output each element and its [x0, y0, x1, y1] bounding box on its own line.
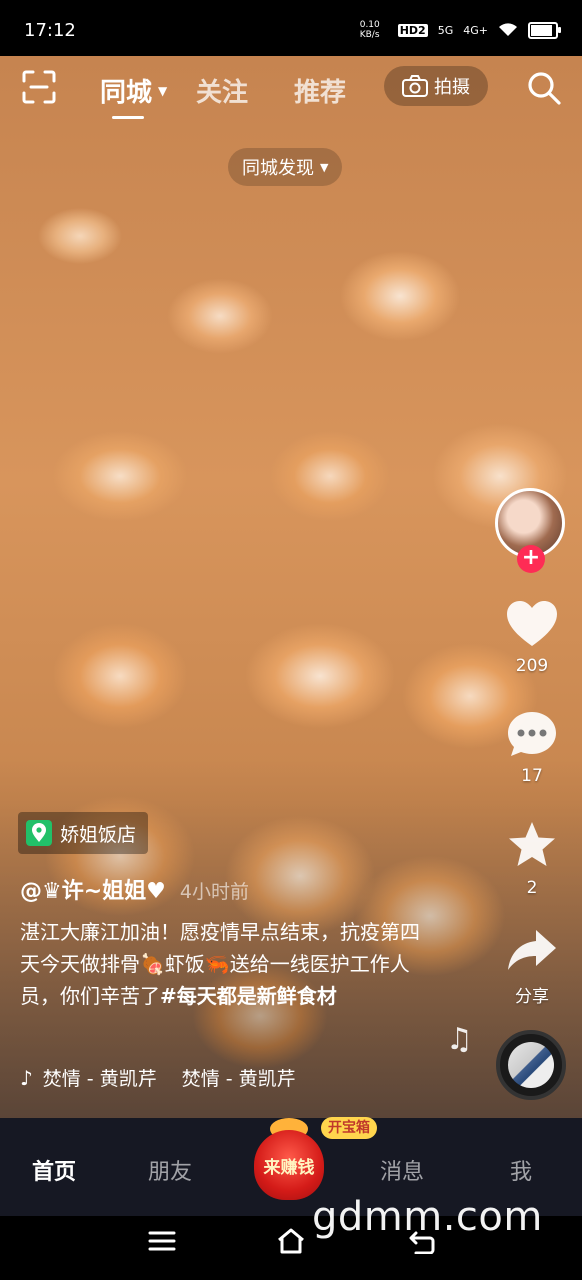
earn-money-button[interactable]: 来赚钱: [248, 1118, 328, 1204]
earn-label: 来赚钱: [263, 1157, 315, 1178]
hd-badge: HD2: [397, 23, 428, 37]
author-line: @♛许~姐姐♥ 4小时前: [20, 873, 249, 905]
treasure-chest-badge[interactable]: 开宝箱: [321, 1117, 377, 1139]
signal-5g: 5G: [437, 23, 454, 37]
status-bar: 17:12 0.10 KB/s HD2 5G 4G+: [0, 0, 582, 56]
poi-name: 娇姐饭店: [60, 823, 137, 846]
lucky-bag-icon: 来赚钱: [254, 1130, 324, 1200]
scan-icon[interactable]: [22, 70, 56, 104]
music-title: 焚情 - 黄凯芹 焚情 - 黄凯芹: [42, 1068, 296, 1090]
tab-nearby[interactable]: 同城 ▼: [100, 72, 168, 119]
hashtag-link[interactable]: #每天都是新鲜食材: [160, 984, 337, 1008]
camera-icon: [402, 75, 428, 97]
city-discover-dropdown[interactable]: 同城发现 ▼: [228, 148, 343, 186]
share-label: 分享: [515, 987, 549, 1007]
star-icon: [509, 822, 555, 866]
share-arrow-icon: [508, 930, 556, 970]
wifi-icon: [499, 23, 517, 36]
city-discover-label: 同城发现: [242, 158, 314, 179]
like-button[interactable]: 209: [492, 600, 572, 676]
back-icon[interactable]: [406, 1230, 436, 1254]
favorite-count: 2: [526, 878, 538, 898]
post-time: 4小时前: [179, 881, 249, 903]
tab-messages[interactable]: 消息: [380, 1154, 424, 1186]
comment-button[interactable]: 17: [492, 710, 572, 786]
tiktok-note-icon: ♪: [20, 1065, 33, 1090]
shoot-button[interactable]: 拍摄: [384, 66, 488, 106]
tab-following[interactable]: 关注: [196, 72, 248, 109]
tab-nearby-label: 同城: [100, 78, 153, 108]
music-note-icon: ♫: [446, 1022, 473, 1057]
share-button[interactable]: 分享: [492, 928, 572, 1007]
music-disc[interactable]: [496, 1030, 566, 1100]
tab-friends[interactable]: 朋友: [148, 1154, 192, 1186]
signal-4g: 4G+: [463, 23, 488, 37]
clock: 17:12: [24, 20, 76, 41]
status-icons: 0.10 KB/s HD2 5G 4G+: [359, 20, 561, 40]
menu-icon[interactable]: [148, 1230, 176, 1252]
follow-plus-button[interactable]: +: [517, 545, 545, 573]
search-icon[interactable]: [526, 70, 562, 106]
tab-me[interactable]: 我: [510, 1154, 532, 1186]
top-nav: 同城 ▼ 关注 推荐 拍摄: [0, 56, 582, 120]
battery-icon: [528, 21, 561, 39]
music-line[interactable]: ♪ 焚情 - 黄凯芹 焚情 - 黄凯芹: [20, 1064, 320, 1091]
net-speed: 0.10 KB/s: [359, 20, 380, 40]
tab-recommended[interactable]: 推荐: [294, 72, 346, 109]
favorite-button[interactable]: 2: [492, 820, 572, 898]
home-icon[interactable]: [276, 1228, 306, 1254]
caret-down-icon: ▼: [158, 84, 168, 98]
shoot-label: 拍摄: [434, 77, 470, 98]
comment-count: 17: [521, 766, 543, 786]
author-name[interactable]: @♛许~姐姐♥: [20, 879, 166, 904]
post-caption[interactable]: 湛江大廉江加油！愿疫情早点结束，抗疫第四天今天做排骨🍖虾饭🦐送给一线医护工作人员…: [20, 916, 420, 1012]
location-pin-icon: [26, 820, 52, 846]
poi-tag[interactable]: 娇姐饭店: [18, 812, 149, 854]
heart-icon: [507, 601, 557, 646]
caret-down-icon: ▼: [320, 160, 329, 174]
active-tab-indicator: [112, 116, 144, 119]
tab-home[interactable]: 首页: [32, 1154, 76, 1186]
like-count: 209: [515, 656, 549, 676]
comment-icon: [508, 712, 556, 756]
